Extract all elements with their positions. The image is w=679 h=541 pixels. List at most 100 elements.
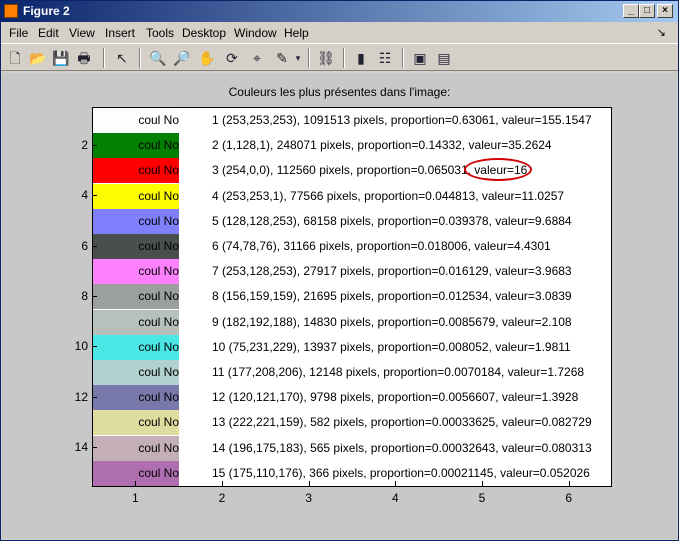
color-swatch: coul No xyxy=(93,183,179,209)
swatch-label: coul No xyxy=(138,163,179,178)
menu-view[interactable]: View xyxy=(69,26,95,40)
color-row: coul No 10 (75,231,229), 13937 pixels, pr… xyxy=(93,334,611,360)
color-row: coul No 4 (253,253,1), 77566 pixels, prop… xyxy=(93,183,611,209)
color-swatch: coul No xyxy=(93,208,179,234)
color-swatch: coul No xyxy=(93,133,179,159)
y-tick-label: 14 xyxy=(74,440,88,455)
legend-icon[interactable]: ☷ xyxy=(375,48,395,68)
x-tick-label: 5 xyxy=(478,491,486,505)
x-tick-label: 2 xyxy=(218,491,226,505)
color-row: coul No 2 (1,128,1), 248071 pixels, propo… xyxy=(93,133,611,159)
color-swatch: coul No xyxy=(93,360,179,385)
menu-edit[interactable]: Edit xyxy=(38,26,59,40)
show-plot-tools-icon[interactable]: ▤ xyxy=(434,48,454,68)
color-row-text: 12 (120,121,170), 9798 pixels, proportio… xyxy=(212,390,579,405)
color-row: coul No 9 (182,192,188), 14830 pixels, pr… xyxy=(93,309,611,335)
link-plot-icon[interactable]: ⛓ xyxy=(316,48,336,68)
swatch-label: coul No xyxy=(138,138,179,153)
menu-help[interactable]: Help xyxy=(284,26,309,40)
title-bar[interactable]: Figure 2 _ □ × xyxy=(1,1,678,22)
color-row-text: 15 (175,110,176), 366 pixels, proportion… xyxy=(212,465,590,480)
swatch-label: coul No xyxy=(138,465,179,480)
color-row-text: 13 (222,221,159), 582 pixels, proportion… xyxy=(212,415,592,430)
open-file-icon[interactable]: 📂 xyxy=(28,48,48,68)
y-tick xyxy=(92,296,97,297)
color-swatch: coul No xyxy=(93,158,179,184)
color-swatch: coul No xyxy=(93,259,179,285)
x-tick-label: 1 xyxy=(131,491,139,505)
x-tick xyxy=(482,481,483,486)
color-row: coul No 13 (222,221,159), 582 pixels, pro… xyxy=(93,410,611,436)
color-row: coul No 5 (128,128,253), 68158 pixels, pr… xyxy=(93,208,611,234)
color-row: coul No 6 (74,78,76), 31166 pixels, propo… xyxy=(93,234,611,259)
colorbar-icon[interactable]: ▮ xyxy=(351,48,371,68)
color-row-text: 10 (75,231,229), 13937 pixels, proportio… xyxy=(212,339,571,354)
swatch-label: coul No xyxy=(138,390,179,405)
brush-icon[interactable]: ✎ xyxy=(272,48,292,68)
print-icon[interactable]: 🖶 xyxy=(74,48,94,68)
menu-desktop[interactable]: Desktop xyxy=(182,26,226,40)
color-row: coul No 3 (254,0,0), 112560 pixels, propo… xyxy=(93,158,611,184)
pointer-icon[interactable]: ↖ xyxy=(112,48,132,68)
save-icon[interactable]: 💾 xyxy=(51,48,71,68)
y-tick xyxy=(92,447,97,449)
swatch-label: coul No xyxy=(138,415,179,430)
swatch-label: coul No xyxy=(138,365,179,379)
x-tick-label: 6 xyxy=(565,491,572,505)
menu-tools[interactable]: Tools xyxy=(146,26,174,40)
figure-window: Figure 2 _ □ × File Edit View Insert Too… xyxy=(0,0,679,541)
x-tick xyxy=(222,481,223,486)
brush-dropdown-icon[interactable]: ▾ xyxy=(293,48,303,68)
menu-window[interactable]: Window xyxy=(234,26,277,40)
color-row: coul No 1 (253,253,253), 1091513 pixels, … xyxy=(93,108,611,133)
hide-plot-tools-icon[interactable]: ▣ xyxy=(410,48,430,68)
x-tick xyxy=(135,481,137,486)
pan-icon[interactable]: ✋ xyxy=(197,48,217,68)
toolbar-separator xyxy=(139,48,141,68)
figure-toolbar: 🗋 📂 💾 🖶 ↖ 🔍 🔎 ✋ ⟳ ⌖ ✎ ▾ ⛓ ▮ ☷ ▣ ▤ xyxy=(1,43,678,71)
y-tick xyxy=(92,144,97,146)
minimize-button[interactable]: _ xyxy=(623,4,639,18)
toolbar-separator xyxy=(343,48,345,68)
color-row-text: 2 (1,128,1), 248071 pixels, proportion=0… xyxy=(212,138,552,153)
y-tick xyxy=(92,346,97,348)
swatch-label: coul No xyxy=(138,314,179,329)
color-row-text: 7 (253,128,253), 27917 pixels, proportio… xyxy=(212,264,572,279)
plot-axes[interactable]: coul No 1 (253,253,253), 1091513 pixels, … xyxy=(92,107,612,487)
color-row-text: 4 (253,253,1), 77566 pixels, proportion=… xyxy=(212,188,565,203)
data-cursor-icon[interactable]: ⌖ xyxy=(247,48,267,68)
y-tick-label: 12 xyxy=(74,389,88,404)
maximize-button[interactable]: □ xyxy=(639,4,655,18)
color-row-text: 11 (177,208,206), 12148 pixels, proporti… xyxy=(212,365,585,379)
x-tick xyxy=(308,481,310,486)
color-swatch: coul No xyxy=(93,334,179,360)
y-tick-label: 8 xyxy=(81,289,88,303)
color-row-text: 6 (74,78,76), 31166 pixels, proportion=0… xyxy=(212,239,551,253)
y-tick xyxy=(92,195,97,197)
swatch-label: coul No xyxy=(138,239,179,253)
color-swatch: coul No xyxy=(93,309,179,335)
close-button[interactable]: × xyxy=(657,4,673,18)
x-tick xyxy=(395,481,397,486)
x-tick-label: 4 xyxy=(391,491,399,505)
swatch-label: coul No xyxy=(138,113,179,127)
x-tick xyxy=(568,481,570,486)
zoom-in-icon[interactable]: 🔍 xyxy=(148,48,168,68)
color-row-text: 8 (156,159,159), 21695 pixels, proportio… xyxy=(212,289,572,304)
x-tick-label: 3 xyxy=(305,491,312,505)
swatch-label: coul No xyxy=(138,289,179,304)
color-row: coul No 8 (156,159,159), 21695 pixels, pr… xyxy=(93,284,611,310)
zoom-out-icon[interactable]: 🔎 xyxy=(172,48,192,68)
color-swatch: coul No xyxy=(93,410,179,436)
color-row-text: 9 (182,192,188), 14830 pixels, proportio… xyxy=(212,314,572,329)
y-tick-label: 2 xyxy=(81,137,88,152)
color-swatch: coul No xyxy=(93,284,179,310)
color-row-text: 14 (196,175,183), 565 pixels, proportion… xyxy=(212,440,592,455)
menu-file[interactable]: File xyxy=(9,26,28,40)
rotate-3d-icon[interactable]: ⟳ xyxy=(222,48,242,68)
color-swatch: coul No xyxy=(93,234,179,259)
dock-arrow-icon[interactable]: ↘ xyxy=(657,26,666,39)
menu-insert[interactable]: Insert xyxy=(105,26,135,40)
color-row: coul No 7 (253,128,253), 27917 pixels, pr… xyxy=(93,259,611,285)
new-figure-icon[interactable]: 🗋 xyxy=(5,48,25,68)
